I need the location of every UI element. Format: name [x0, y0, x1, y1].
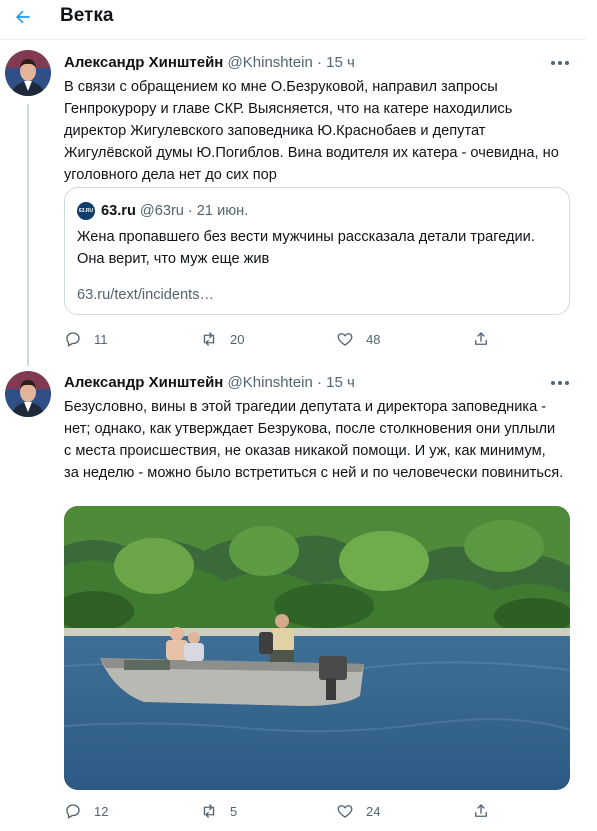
back-button[interactable]	[8, 2, 38, 32]
tweet-photo[interactable]	[64, 506, 570, 790]
quoted-tweet-header: 63.RU 63.ru @63ru · 21 июн.	[77, 202, 248, 220]
retweet-count: 20	[230, 331, 245, 347]
avatar[interactable]	[5, 371, 51, 417]
reply-icon	[66, 804, 80, 819]
reply-button[interactable]: 12	[64, 802, 108, 820]
tweet-actions: 12 5 24	[64, 802, 564, 824]
tweet-text: Безусловно, вины в этой трагедии депутат…	[64, 399, 564, 481]
author-handle[interactable]: @Khinshtein	[228, 54, 313, 71]
page-title: Ветка	[60, 5, 114, 26]
author-name[interactable]: Александр Хинштейн	[64, 54, 223, 71]
more-button[interactable]	[547, 53, 573, 73]
tweet-actions: 11 20 48	[64, 330, 564, 352]
tweet: Александр Хинштейн @Khinshtein · 15 ч Бе…	[0, 360, 587, 831]
arrow-left-icon	[16, 10, 30, 24]
heart-icon	[337, 805, 353, 818]
quoted-avatar: 63.RU	[77, 202, 95, 220]
more-button[interactable]	[547, 373, 573, 393]
tweet: Александр Хинштейн @Khinshtein · 15 ч В …	[0, 40, 587, 360]
author-name[interactable]: Александр Хинштейн	[64, 374, 223, 391]
timestamp[interactable]: 15 ч	[326, 54, 355, 71]
tweet-header: Александр Хинштейн @Khinshtein · 15 ч	[64, 374, 355, 391]
quoted-avatar-logo-text: 63.RU	[78, 208, 94, 214]
reply-count: 11	[94, 331, 108, 347]
share-icon	[475, 332, 487, 345]
reply-count: 12	[94, 803, 109, 819]
reply-button[interactable]: 11	[64, 330, 108, 348]
page-header: Ветка	[0, 0, 587, 40]
quoted-tweet-link[interactable]: 63.ru/text/incidents…	[77, 287, 214, 303]
boat-on-lake-image	[64, 506, 570, 790]
quoted-author-name: 63.ru	[101, 203, 136, 219]
separator: ·	[316, 54, 322, 71]
tweet-header: Александр Хинштейн @Khinshtein · 15 ч	[64, 54, 355, 71]
retweet-button[interactable]: 20	[200, 330, 244, 348]
avatar[interactable]	[5, 50, 51, 96]
heart-icon	[337, 333, 353, 346]
retweet-button[interactable]: 5	[200, 802, 237, 820]
quoted-date: 21 июн.	[196, 203, 249, 219]
separator: ·	[187, 203, 193, 219]
author-handle[interactable]: @Khinshtein	[228, 374, 313, 391]
like-count: 24	[366, 803, 381, 819]
like-count: 48	[366, 331, 381, 347]
more-icon	[551, 381, 569, 385]
share-button[interactable]	[472, 330, 490, 348]
quoted-tweet[interactable]: 63.RU 63.ru @63ru · 21 июн. Жена пропавш…	[64, 187, 570, 315]
like-button[interactable]: 24	[336, 802, 380, 820]
more-icon	[551, 61, 569, 65]
quoted-author-handle: @63ru	[139, 203, 184, 219]
share-icon	[475, 804, 487, 817]
timestamp[interactable]: 15 ч	[326, 374, 355, 391]
quoted-tweet-text: Жена пропавшего без вести мужчины расска…	[77, 229, 535, 267]
tweet-text: В связи с обращением ко мне О.Безруковой…	[64, 79, 559, 183]
retweet-icon	[203, 332, 215, 346]
retweet-count: 5	[230, 803, 238, 819]
share-button[interactable]	[472, 802, 490, 820]
like-button[interactable]: 48	[336, 330, 380, 348]
retweet-icon	[203, 804, 215, 818]
separator: ·	[316, 374, 322, 391]
reply-icon	[66, 332, 80, 347]
